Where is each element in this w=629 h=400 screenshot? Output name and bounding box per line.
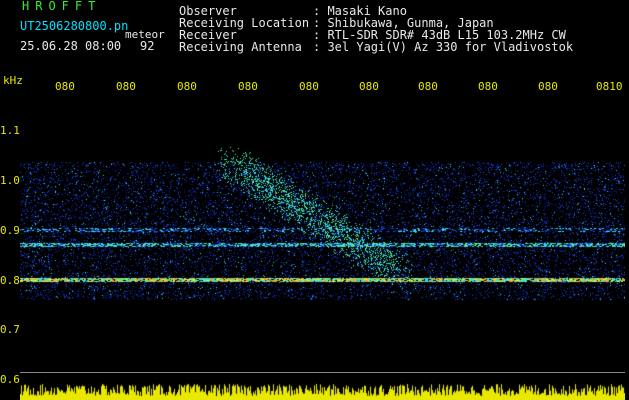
time-tick: 080 (418, 80, 438, 93)
spectrogram-plot (20, 102, 625, 400)
freq-tick: 0.7 (0, 323, 20, 336)
time-tick: 0810 (596, 80, 623, 93)
time-tick: 080 (538, 80, 558, 93)
freq-tick: 0.8 (0, 274, 20, 287)
date-time: 25.06.28 08:00 (20, 39, 122, 53)
freq-tick: 1.0 (0, 174, 20, 187)
plot-baseline (20, 372, 625, 373)
time-tick: 080 (238, 80, 258, 93)
app-title: HROFFT (22, 0, 102, 13)
meteor-count: 92 (140, 39, 155, 53)
time-tick: 080 (359, 80, 379, 93)
time-tick: 080 (55, 80, 75, 93)
khz-unit-label: kHz (3, 74, 23, 87)
freq-tick: 0.9 (0, 224, 20, 237)
meta-antenna: Receiving Antenna: 3el Yagi(V) Az 330 fo… (179, 40, 574, 54)
freq-tick: 1.1 (0, 124, 20, 137)
time-tick: 080 (478, 80, 498, 93)
time-tick: 080 (116, 80, 136, 93)
time-tick: 080 (177, 80, 197, 93)
file-name: UT2506280800.pn (20, 19, 129, 33)
freq-tick: 0.6 (0, 373, 20, 386)
time-tick: 080 (299, 80, 319, 93)
